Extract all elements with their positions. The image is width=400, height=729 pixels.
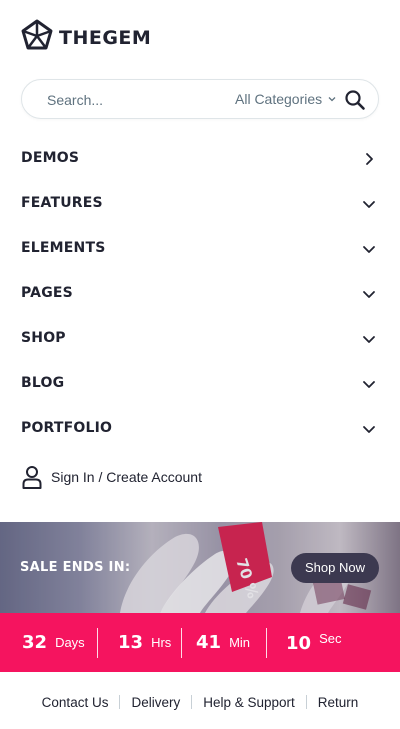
countdown-divider: [181, 628, 182, 658]
chevron-down-icon[interactable]: [360, 375, 378, 393]
menu-item-label: SHOP: [21, 330, 66, 346]
countdown-minutes-unit: Min: [229, 635, 251, 650]
footer-link-contact-us[interactable]: Contact Us: [31, 695, 120, 710]
search-bar: All Categories: [21, 79, 379, 119]
category-select-label: All Categories: [235, 91, 323, 107]
menu-item-label: PORTFOLIO: [21, 420, 113, 436]
countdown-seconds-unit: Sec: [319, 631, 342, 646]
search-input[interactable]: [47, 89, 207, 111]
brand-name: THEGEM: [59, 26, 152, 49]
chevron-down-icon[interactable]: [360, 240, 378, 258]
countdown-minutes: 41 Min: [196, 613, 250, 672]
chevron-down-icon: [328, 97, 336, 102]
main-menu: DEMOS FEATURES ELEMENTS PAGES SHOP BLOG: [0, 136, 400, 451]
menu-item-label: PAGES: [21, 285, 73, 301]
menu-item-label: ELEMENTS: [21, 240, 106, 256]
menu-item-blog[interactable]: BLOG: [0, 361, 400, 406]
chevron-down-icon[interactable]: [360, 195, 378, 213]
countdown-seconds: 10 Sec: [286, 613, 341, 672]
chevron-down-icon[interactable]: [360, 330, 378, 348]
menu-item-shop[interactable]: SHOP: [0, 316, 400, 361]
countdown-hours-unit: Hrs: [151, 635, 172, 650]
user-icon: [22, 466, 42, 489]
header: THEGEM: [0, 0, 400, 70]
countdown-divider: [97, 628, 98, 658]
countdown-hours: 13 Hrs: [118, 613, 171, 672]
sale-banner: 70 % SALE ENDS IN: Shop Now: [0, 522, 400, 613]
countdown-days-unit: Days: [55, 635, 85, 650]
footer-link-delivery[interactable]: Delivery: [120, 695, 191, 710]
menu-item-elements[interactable]: ELEMENTS: [0, 226, 400, 271]
logo[interactable]: THEGEM: [21, 19, 151, 56]
sign-in-link[interactable]: Sign In / Create Account: [21, 465, 202, 489]
menu-item-label: DEMOS: [21, 150, 80, 166]
chevron-down-icon[interactable]: [360, 285, 378, 303]
sale-title: SALE ENDS IN:: [20, 560, 131, 575]
shop-now-button[interactable]: Shop Now: [291, 553, 379, 583]
countdown-minutes-value: 41: [196, 632, 222, 653]
menu-item-pages[interactable]: PAGES: [0, 271, 400, 316]
countdown-divider: [266, 628, 267, 658]
menu-item-features[interactable]: FEATURES: [0, 181, 400, 226]
countdown-days-value: 32: [22, 632, 48, 653]
chevron-right-icon[interactable]: [360, 150, 378, 168]
menu-item-portfolio[interactable]: PORTFOLIO: [0, 406, 400, 451]
category-select[interactable]: All Categories: [235, 91, 336, 107]
countdown-hours-value: 13: [118, 632, 144, 653]
footer-links: Contact Us Delivery Help & Support Retur…: [0, 690, 400, 714]
menu-item-label: FEATURES: [21, 195, 103, 211]
footer-link-return[interactable]: Return: [307, 695, 370, 710]
menu-item-demos[interactable]: DEMOS: [0, 136, 400, 181]
gem-pentagon-icon: [21, 19, 53, 56]
sign-in-label: Sign In / Create Account: [51, 469, 202, 485]
countdown-timer: 32 Days 13 Hrs 41 Min 10 Sec: [0, 613, 400, 672]
chevron-down-icon[interactable]: [360, 420, 378, 438]
footer-link-help-support[interactable]: Help & Support: [192, 695, 306, 710]
countdown-seconds-value: 10: [286, 633, 312, 654]
countdown-days: 32 Days: [22, 613, 85, 672]
search-icon[interactable]: [344, 89, 366, 111]
menu-item-label: BLOG: [21, 375, 65, 391]
